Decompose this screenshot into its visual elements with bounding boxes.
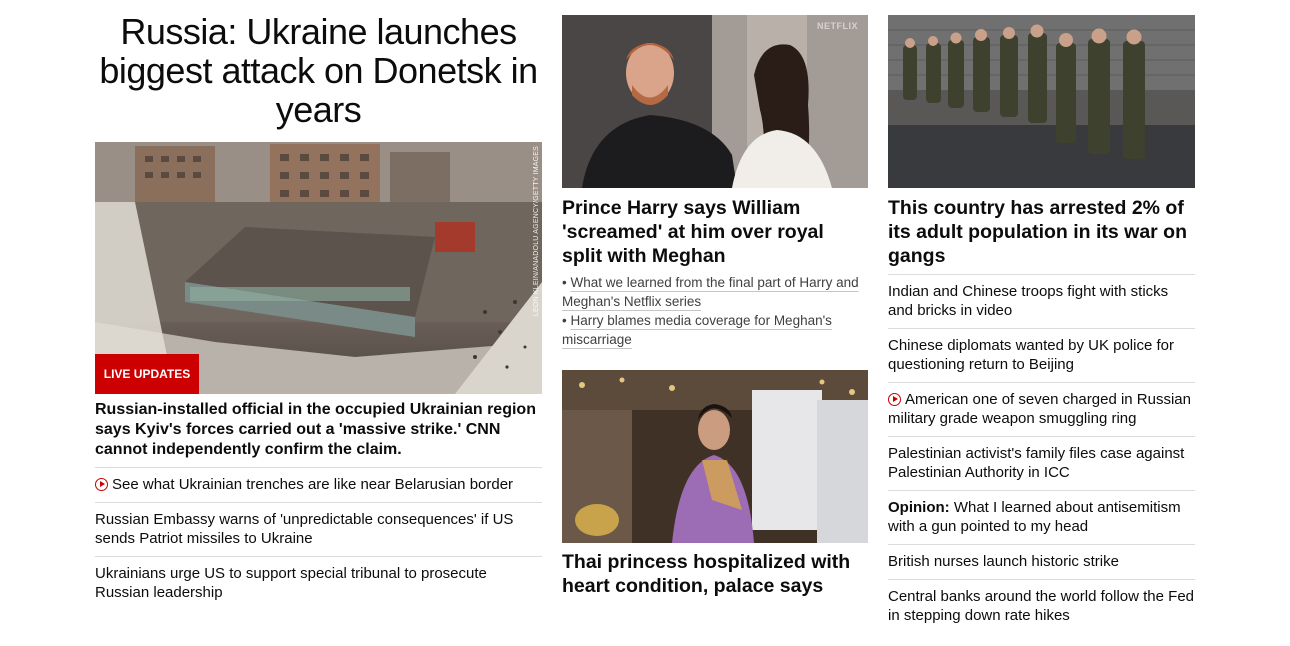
list-item[interactable]: Central banks around the world follow th…: [888, 579, 1195, 633]
list-item[interactable]: British nurses launch historic strike: [888, 544, 1195, 579]
harry-headline[interactable]: Prince Harry says William 'screamed' at …: [562, 196, 868, 268]
list-item-text: Central banks around the world follow th…: [888, 588, 1195, 624]
list-item[interactable]: Indian and Chinese troops fight with sti…: [888, 274, 1195, 328]
image-soldiers[interactable]: [888, 15, 1195, 188]
list-item[interactable]: American one of seven charged in Russian…: [888, 382, 1195, 436]
list-item[interactable]: Chinese diplomats wanted by UK police fo…: [888, 328, 1195, 382]
live-updates-badge[interactable]: LIVE UPDATES: [95, 354, 199, 394]
list-item[interactable]: Palestinian activist's family files case…: [888, 436, 1195, 490]
list-item-text: Palestinian activist's family files case…: [888, 445, 1185, 481]
list-item[interactable]: Ukrainians urge US to support special tr…: [95, 556, 542, 610]
image-harry-meghan[interactable]: NETFLIX: [562, 15, 868, 188]
list-item-text: British nurses launch historic strike: [888, 553, 1119, 570]
list-item-text: American one of seven charged in Russian…: [888, 391, 1191, 427]
right-story-list: Indian and Chinese troops fight with sti…: [888, 274, 1195, 633]
image-credit: LEON KLEIN/ANADOLU AGENCY/GETTY IMAGES: [533, 146, 540, 317]
lead-caption[interactable]: Russian-installed official in the occupi…: [95, 400, 542, 460]
lead-image-donetsk[interactable]: LEON KLEIN/ANADOLU AGENCY/GETTY IMAGES L…: [95, 142, 542, 394]
lead-story: Russia: Ukraine launches biggest attack …: [95, 12, 542, 601]
opinion-label: Opinion:: [888, 499, 950, 516]
list-item[interactable]: Opinion: What I learned about antisemiti…: [888, 490, 1195, 544]
list-item-text: Chinese diplomats wanted by UK police fo…: [888, 337, 1174, 373]
thai-princess-headline[interactable]: Thai princess hospitalized with heart co…: [562, 550, 868, 598]
list-item-text: Russian Embassy warns of 'unpredictable …: [95, 511, 514, 547]
list-item[interactable]: See what Ukrainian trenches are like nea…: [95, 467, 542, 502]
harry-meghan-graphic: [562, 15, 868, 188]
related-link-text: Harry blames media coverage for Meghan's…: [562, 313, 832, 347]
image-thai-princess[interactable]: [562, 370, 868, 543]
soldiers-graphic: [888, 15, 1195, 188]
related-link[interactable]: • What we learned from the final part of…: [562, 273, 862, 311]
related-link[interactable]: • Harry blames media coverage for Meghan…: [562, 311, 862, 349]
thai-princess-graphic: [562, 370, 868, 543]
harry-related-links: • What we learned from the final part of…: [562, 273, 862, 349]
lead-related-list: See what Ukrainian trenches are like nea…: [95, 467, 542, 610]
list-item-text: See what Ukrainian trenches are like nea…: [112, 476, 514, 493]
list-item-text: Indian and Chinese troops fight with sti…: [888, 283, 1169, 319]
gangs-headline[interactable]: This country has arrested 2% of its adul…: [888, 196, 1195, 268]
lead-headline[interactable]: Russia: Ukraine launches biggest attack …: [95, 12, 542, 129]
netflix-watermark: NETFLIX: [817, 21, 858, 31]
play-video-icon: [888, 393, 901, 406]
related-link-text: What we learned from the final part of H…: [562, 275, 859, 309]
list-item-text: Ukrainians urge US to support special tr…: [95, 565, 487, 601]
play-video-icon: [95, 478, 108, 491]
list-item[interactable]: Russian Embassy warns of 'unpredictable …: [95, 502, 542, 556]
